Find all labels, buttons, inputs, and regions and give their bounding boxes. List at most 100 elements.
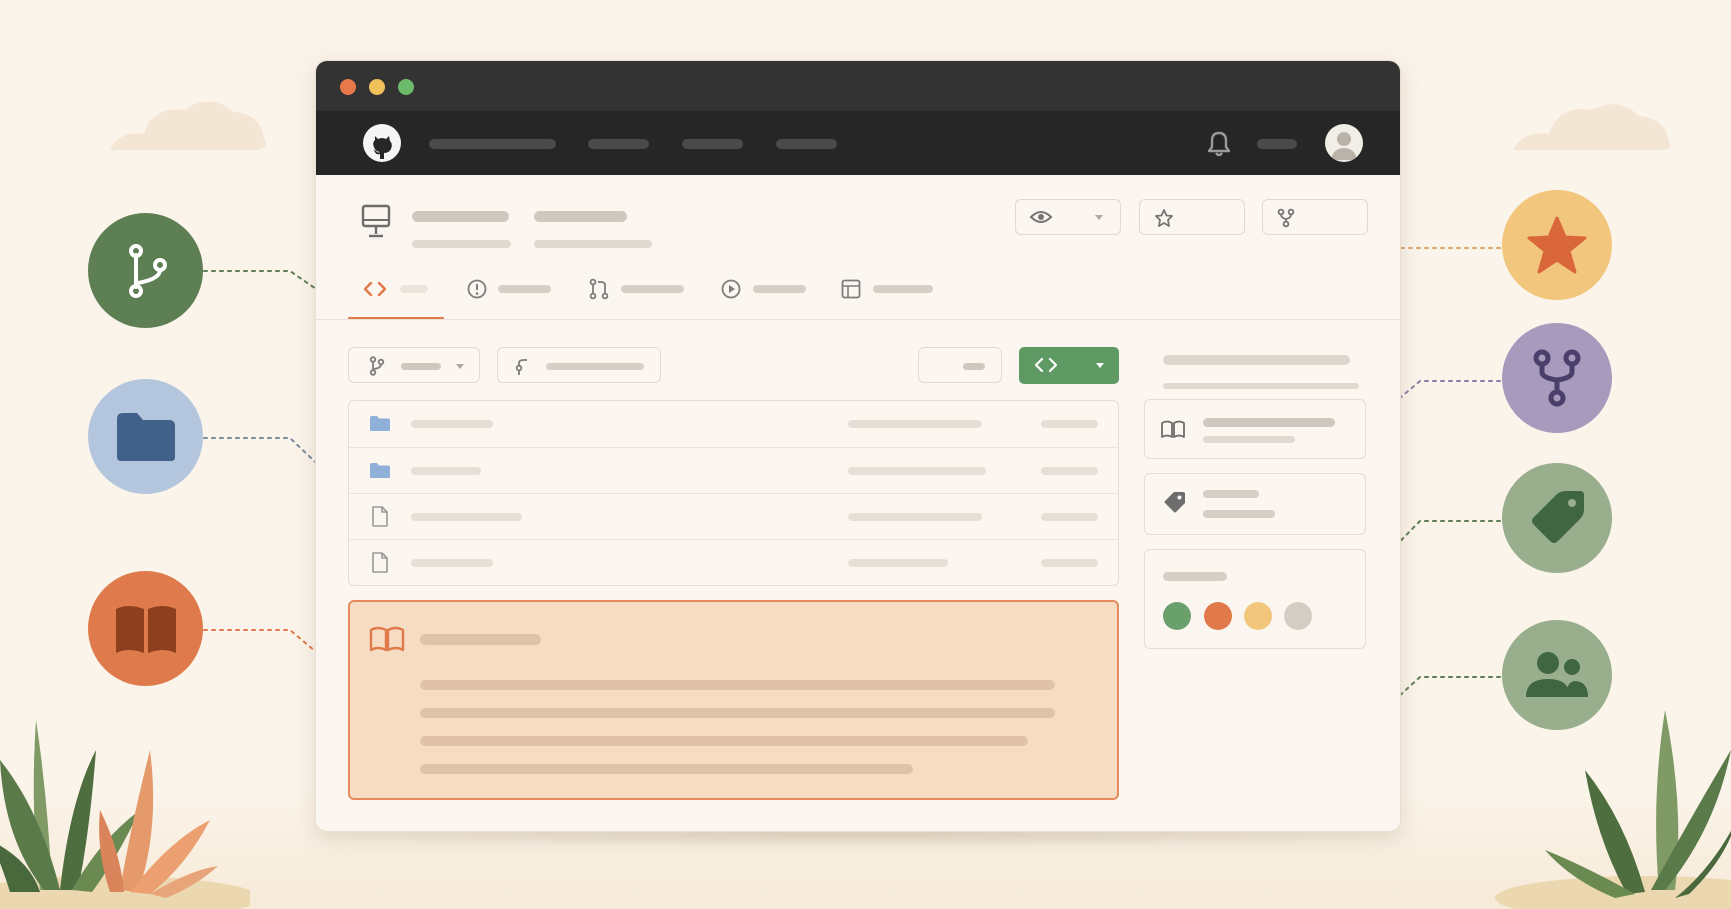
tag-icon (1164, 492, 1185, 513)
branch-icon (128, 243, 167, 298)
releases-subtitle (1203, 510, 1275, 518)
star-icon (1527, 216, 1587, 274)
commit-time (1041, 467, 1098, 475)
tab-actions[interactable] (721, 261, 811, 319)
repo-name[interactable] (534, 211, 627, 222)
commit-message (848, 420, 982, 428)
book-icon (1161, 420, 1185, 438)
table-row[interactable] (349, 493, 1118, 540)
readme-card[interactable] (1144, 399, 1366, 459)
top-navbar (316, 111, 1400, 175)
nav-menu[interactable] (1257, 139, 1297, 149)
tab-code[interactable] (348, 261, 444, 320)
readme-line-4 (420, 764, 913, 774)
readme-line-3 (420, 736, 1028, 746)
nav-link-4[interactable] (776, 139, 837, 149)
tab-projects[interactable] (841, 261, 936, 319)
chevron-down-icon (456, 364, 464, 369)
maximize-dot[interactable] (398, 79, 414, 95)
commit-message (848, 467, 986, 475)
table-row[interactable] (349, 539, 1118, 586)
language-dot-yellow (1244, 602, 1272, 630)
tabs-divider (316, 319, 1400, 320)
branch-selector[interactable] (348, 347, 480, 383)
language-dot-green (1163, 602, 1191, 630)
tab-pull-requests[interactable] (589, 261, 684, 319)
language-dot-gray (1284, 602, 1312, 630)
window-titlebar (316, 61, 1400, 111)
chevron-down-icon (1096, 363, 1104, 368)
book-icon (369, 626, 405, 652)
table-row[interactable] (349, 401, 1118, 447)
star-button[interactable] (1139, 199, 1245, 235)
tab-actions-label (753, 285, 806, 293)
close-dot[interactable] (340, 79, 356, 95)
about-heading (1163, 355, 1350, 365)
readme-card-subtitle (1203, 436, 1295, 443)
commit-icon (515, 359, 527, 375)
repo-owner[interactable] (412, 211, 509, 222)
tab-projects-label (873, 285, 933, 293)
file-icon (372, 506, 388, 527)
nav-link-2[interactable] (588, 139, 649, 149)
file-name[interactable] (411, 420, 493, 428)
computer-icon (361, 204, 391, 238)
browser-window (315, 60, 1401, 832)
feature-folder-circle (88, 379, 203, 494)
repo-tabs (316, 261, 1400, 320)
commit-time (1041, 420, 1098, 428)
github-icon[interactable] (362, 123, 402, 163)
commit-message (848, 559, 948, 567)
feature-star-circle (1502, 190, 1612, 300)
about-text (1163, 383, 1359, 389)
minimize-dot[interactable] (369, 79, 385, 95)
file-name[interactable] (411, 513, 522, 521)
play-icon (721, 279, 741, 299)
feature-people-circle (1502, 620, 1612, 730)
bell-icon[interactable] (1207, 131, 1231, 157)
feature-tag-circle (1502, 463, 1612, 573)
tab-code-label (400, 285, 428, 293)
nav-link-1[interactable] (429, 139, 556, 149)
people-icon (1526, 652, 1588, 697)
fork-icon (1533, 349, 1581, 407)
go-to-file-label (963, 363, 985, 370)
readme-line-1 (420, 680, 1055, 690)
tab-issues[interactable] (464, 261, 554, 319)
nav-link-3[interactable] (682, 139, 743, 149)
tab-issues-label (498, 285, 551, 293)
fork-button[interactable] (1262, 199, 1368, 235)
file-name[interactable] (411, 559, 493, 567)
table-icon (841, 279, 861, 299)
watch-button[interactable] (1015, 199, 1121, 235)
languages-card (1144, 549, 1366, 649)
chevron-down-icon (1095, 215, 1103, 220)
releases-title (1203, 490, 1259, 498)
language-dot-orange (1204, 602, 1232, 630)
file-list (348, 400, 1119, 586)
branch-icon (369, 356, 385, 376)
star-icon (1155, 209, 1173, 227)
go-to-file-button[interactable] (918, 347, 1002, 383)
releases-card[interactable] (1144, 473, 1366, 535)
folder-icon (370, 463, 390, 478)
file-icon (372, 552, 388, 573)
user-icon (1331, 132, 1357, 160)
feature-branch-circle (88, 213, 203, 328)
file-name[interactable] (411, 467, 481, 475)
avatar[interactable] (1325, 124, 1363, 162)
repo-meta-2 (534, 240, 652, 248)
code-dropdown-button[interactable] (1019, 347, 1119, 384)
folder-icon (116, 412, 175, 461)
tab-pull-requests-label (621, 285, 684, 293)
code-icon (364, 282, 386, 296)
eye-icon (1029, 211, 1053, 223)
table-row[interactable] (349, 447, 1118, 494)
commits-link[interactable] (497, 347, 661, 383)
commits-count (546, 363, 644, 370)
commit-time (1041, 559, 1098, 567)
folder-icon (370, 416, 390, 431)
repo-meta-1 (412, 240, 511, 248)
languages-title (1163, 572, 1227, 581)
readme-title (420, 634, 541, 645)
